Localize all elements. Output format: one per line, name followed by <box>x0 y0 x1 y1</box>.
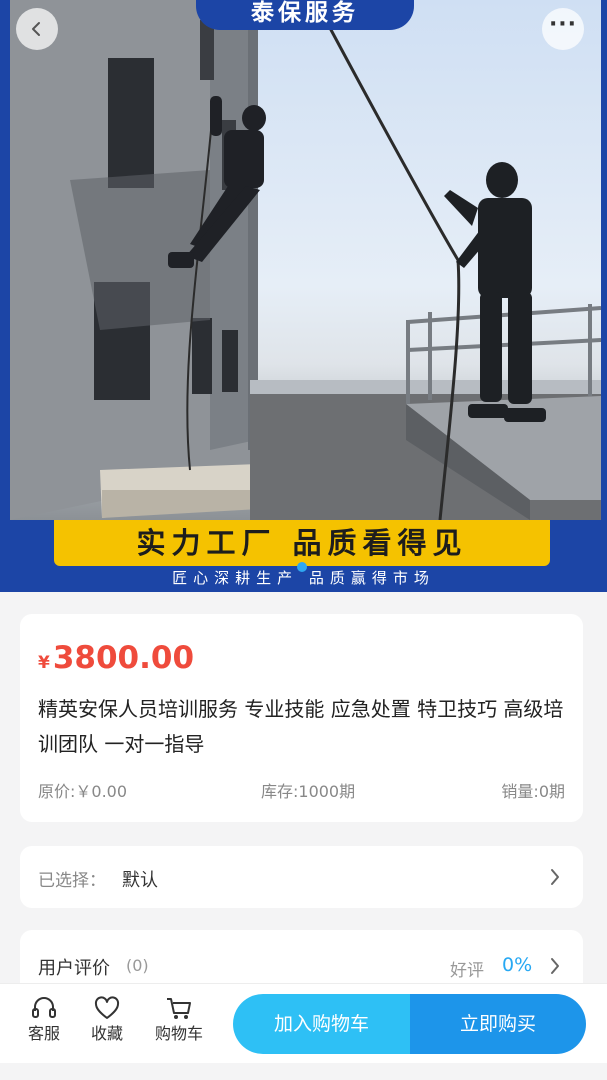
product-info-card: ¥ 3800.00 精英安保人员培训服务 专业技能 应急处置 特卫技巧 高级培训… <box>20 614 583 822</box>
chevron-left-icon <box>32 22 40 36</box>
bottom-action-bar: 客服 收藏 购物车 加入购物车 立即购买 <box>0 983 607 1063</box>
selected-value: 默认 <box>122 870 158 891</box>
reviews-label: 用户评价 <box>38 958 110 979</box>
brand-banner-title: 泰保服务 <box>196 0 414 30</box>
customer-service-label: 客服 <box>27 1024 60 1043</box>
reviews-count: (0) <box>126 956 149 975</box>
product-title: 精英安保人员培训服务 专业技能 应急处置 特卫技巧 高级培训团队 一对一指导 <box>38 697 564 756</box>
back-button[interactable] <box>16 8 58 50</box>
training-scene-illustration <box>10 0 601 520</box>
currency-symbol: ¥ <box>38 653 50 673</box>
favorite-label: 收藏 <box>90 1024 123 1043</box>
favorite-button[interactable]: 收藏 <box>77 994 137 1044</box>
add-to-cart-button[interactable]: 加入购物车 <box>233 994 410 1054</box>
more-options-button[interactable]: ··· <box>542 8 584 50</box>
positive-rate-label: 好评 <box>450 961 484 981</box>
shopping-cart-label: 购物车 <box>154 1024 203 1043</box>
product-price: ¥ 3800.00 <box>38 640 194 676</box>
heart-icon <box>94 996 120 1019</box>
positive-rate-value: 0% <box>502 954 533 976</box>
banner-slogan: 实力工厂 品质看得见 <box>54 520 550 566</box>
sales-count: 销量:0期 <box>501 782 565 801</box>
selected-label: 已选择： <box>38 871 106 891</box>
carousel-dot-indicator[interactable] <box>297 562 307 572</box>
product-image-carousel[interactable]: 泰保服务 实力工厂 品质看得见 匠心深耕生产 品质赢得市场 ··· <box>0 0 607 592</box>
spec-selector-row[interactable]: 已选择： 默认 <box>20 846 583 908</box>
price-amount: 3800.00 <box>52 640 195 676</box>
product-photo <box>10 0 601 520</box>
original-price: 原价:￥0.00 <box>38 782 128 801</box>
more-dots-icon: ··· <box>548 12 578 37</box>
buy-now-button[interactable]: 立即购买 <box>410 994 586 1054</box>
customer-service-button[interactable]: 客服 <box>14 994 74 1044</box>
shopping-cart-button[interactable]: 购物车 <box>149 994 209 1044</box>
headset-icon <box>32 997 56 1018</box>
shopping-cart-icon <box>167 998 191 1019</box>
chevron-right-icon <box>551 869 559 885</box>
chevron-right-icon <box>551 958 559 974</box>
stock-count: 库存:1000期 <box>261 782 356 801</box>
